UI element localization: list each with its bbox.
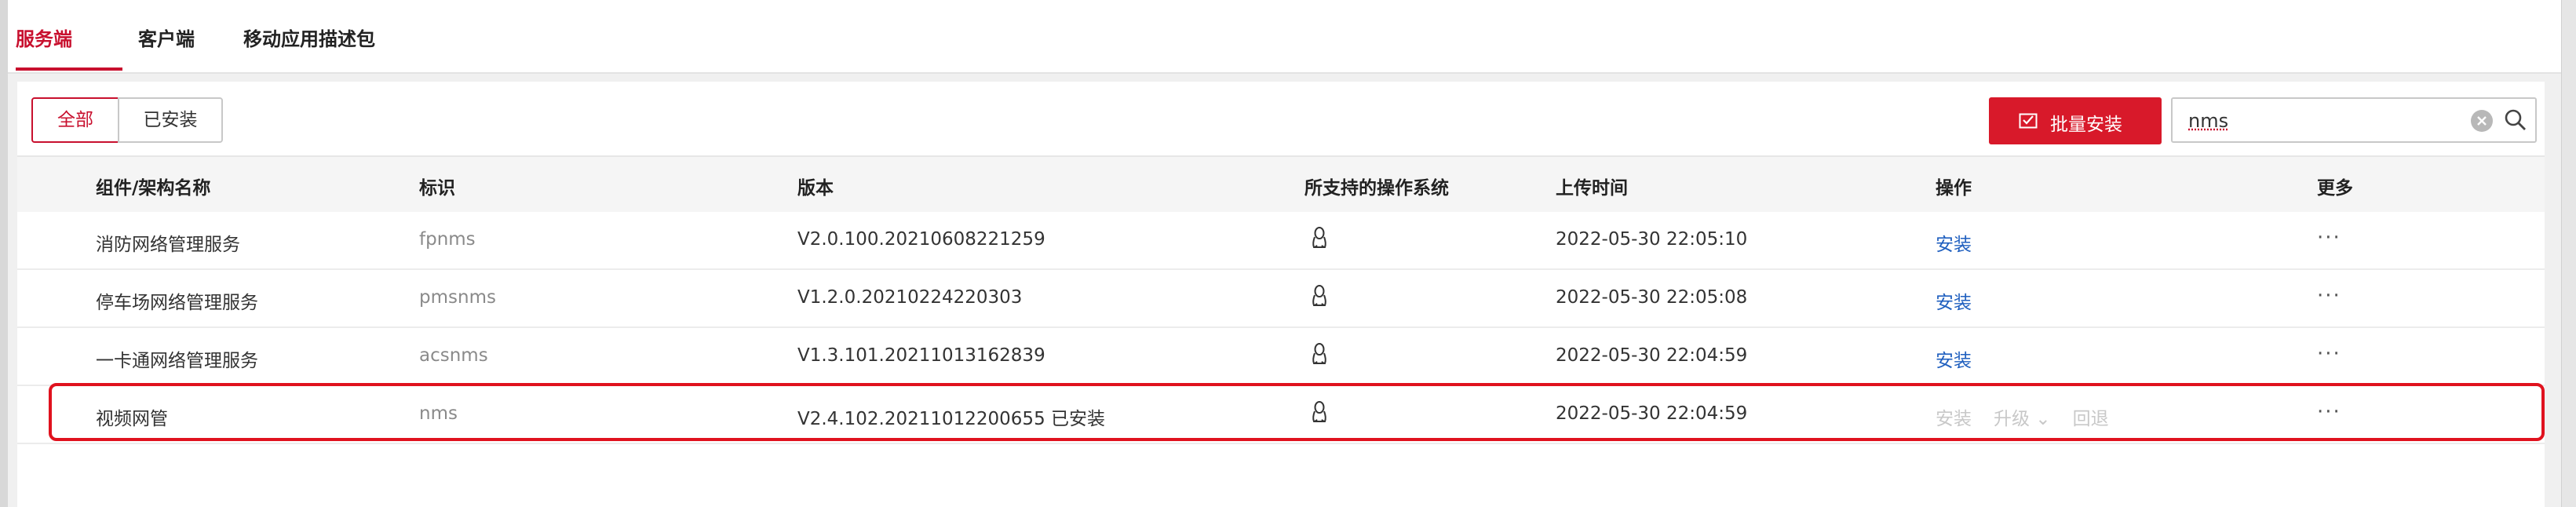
tab-client[interactable]: 客户端 [138, 24, 195, 51]
batch-install-icon [2019, 113, 2038, 129]
row-name: 一卡通网络管理服务 [96, 351, 258, 371]
filter-installed-button[interactable]: 已安装 [118, 97, 223, 143]
tab-server[interactable]: 服务端 [16, 24, 72, 51]
row-id: nms [419, 403, 458, 424]
filter-all-button[interactable]: 全部 [31, 97, 119, 143]
batch-install-button[interactable]: 批量安装 [1989, 97, 2162, 144]
column-more: 更多 [2317, 178, 2353, 199]
column-version: 版本 [797, 178, 834, 199]
linux-icon [1312, 285, 1326, 306]
install-link-disabled: 安装 [1936, 409, 1972, 429]
row-name: 消防网络管理服务 [96, 235, 240, 255]
search-box [2171, 97, 2537, 143]
row-upload-time: 2022-05-30 22:04:59 [1556, 403, 1748, 424]
more-menu-button[interactable]: ··· [2317, 342, 2341, 366]
row-id: pmsnms [419, 287, 496, 308]
row-version: V2.0.100.20210608221259 [797, 229, 1045, 250]
table-row: 一卡通网络管理服务 acsnms V1.3.101.20211013162839… [17, 328, 2545, 386]
row-id: acsnms [419, 345, 488, 366]
upgrade-dropdown-disabled: 升级 ⌄ [1994, 409, 2051, 429]
install-link[interactable]: 安装 [1936, 229, 1972, 256]
row-upload-time: 2022-05-30 22:05:10 [1556, 229, 1748, 250]
linux-icon [1312, 227, 1326, 248]
table-row: 消防网络管理服务 fpnms V2.0.100.20210608221259 2… [17, 212, 2545, 270]
more-menu-button[interactable]: ··· [2317, 226, 2341, 250]
active-tab-indicator [16, 67, 122, 71]
row-version: V2.4.102.20211012200655 已安装 [797, 409, 1106, 429]
column-upload-time: 上传时间 [1556, 178, 1628, 199]
row-upload-time: 2022-05-30 22:05:08 [1556, 287, 1748, 308]
column-id: 标识 [419, 178, 455, 199]
more-menu-button[interactable]: ··· [2317, 400, 2341, 424]
search-icon[interactable] [2502, 107, 2529, 133]
row-name: 停车场网络管理服务 [96, 293, 258, 313]
clear-icon[interactable] [2471, 110, 2493, 132]
rollback-link-disabled: 回退 [2072, 409, 2109, 429]
row-name: 视频网管 [96, 409, 168, 429]
more-menu-button[interactable]: ··· [2317, 284, 2341, 308]
search-input[interactable] [2187, 105, 2457, 137]
column-actions: 操作 [1936, 178, 1972, 199]
tab-mobile-package[interactable]: 移动应用描述包 [243, 24, 375, 51]
content-panel: 全部 已安装 批量安装 组件/架构名称 [17, 82, 2545, 507]
table-row-highlighted: 视频网管 nms V2.4.102.20211012200655 已安装 202… [17, 386, 2545, 444]
row-id: fpnms [419, 229, 476, 250]
table-header: 组件/架构名称 标识 版本 所支持的操作系统 上传时间 操作 更多 [17, 155, 2545, 213]
table-row: 停车场网络管理服务 pmsnms V1.2.0.20210224220303 2… [17, 270, 2545, 328]
install-link[interactable]: 安装 [1936, 287, 1972, 314]
linux-icon [1312, 401, 1326, 422]
column-os: 所支持的操作系统 [1304, 178, 1449, 199]
batch-install-label: 批量安装 [2050, 115, 2122, 135]
scrollbar[interactable] [2561, 0, 2576, 507]
disabled-actions: 安装 升级 ⌄ 回退 [1936, 403, 2131, 430]
tab-bar: 服务端 客户端 移动应用描述包 [8, 0, 2562, 74]
page: 服务端 客户端 移动应用描述包 全部 已安装 批量安装 nms 组件/架构名称 … [0, 0, 2576, 507]
row-version: V1.3.101.20211013162839 [797, 345, 1045, 366]
install-link[interactable]: 安装 [1936, 345, 1972, 372]
row-upload-time: 2022-05-30 22:04:59 [1556, 345, 1748, 366]
linux-icon [1312, 343, 1326, 364]
row-version: V1.2.0.20210224220303 [797, 287, 1023, 308]
window-edge [0, 0, 8, 507]
column-name: 组件/架构名称 [96, 178, 211, 199]
